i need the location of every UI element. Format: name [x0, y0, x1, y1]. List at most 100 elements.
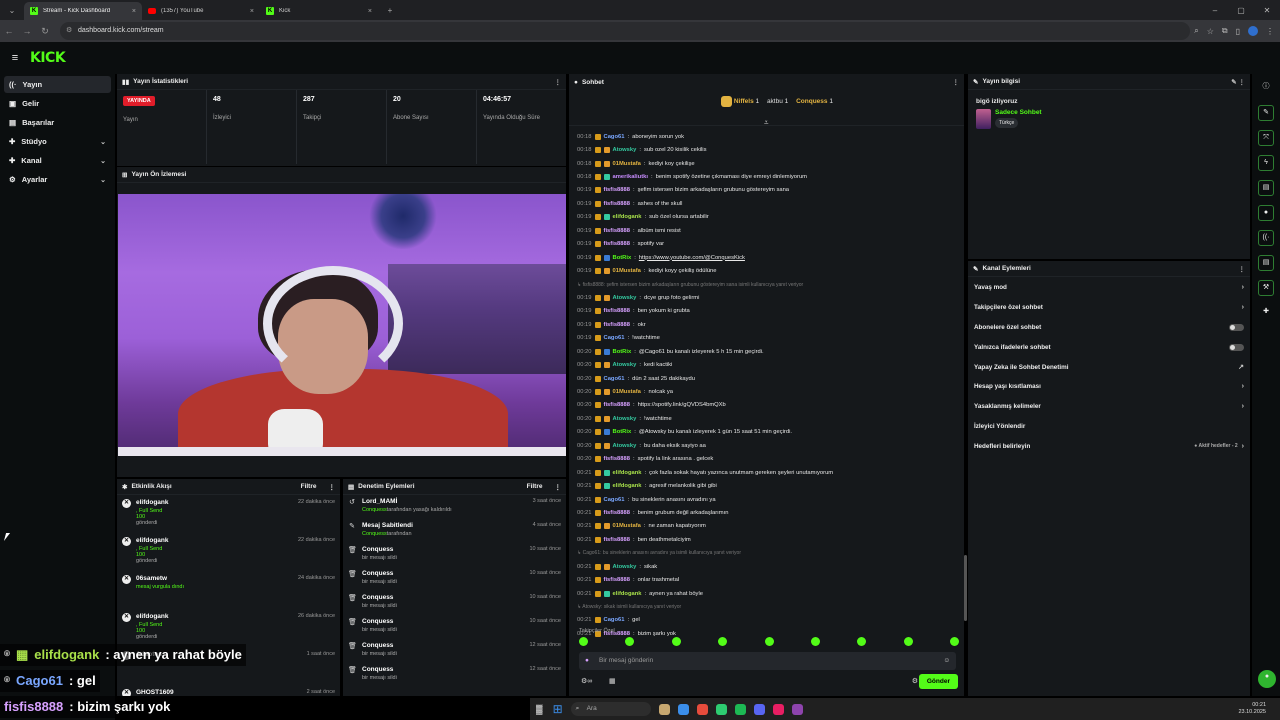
start-icon[interactable]: ⊞: [553, 702, 563, 716]
edge-icon[interactable]: [677, 703, 689, 715]
send-button[interactable]: Gönder: [918, 674, 958, 689]
sidebar-item-yayin[interactable]: ((· Yayın: [4, 76, 111, 93]
puzzle-icon[interactable]: ✚: [1258, 305, 1274, 321]
moderation-user[interactable]: Conquess: [362, 531, 387, 537]
channel-action-item[interactable]: İzleyici Yönlendir: [968, 417, 1250, 437]
activity-user[interactable]: elifdogank: [136, 537, 293, 544]
close-window-icon[interactable]: ✕: [1254, 6, 1280, 15]
browser-tab-1[interactable]: (1357) YouTube ×: [142, 2, 260, 20]
chevron-right-icon[interactable]: ›: [1242, 304, 1244, 311]
pencil-tool-icon[interactable]: ✎: [1258, 105, 1274, 121]
info-icon[interactable]: ⓘ: [1258, 80, 1274, 96]
wrench-tool-icon[interactable]: ⚒: [1258, 280, 1274, 296]
chat-username[interactable]: elifdogank: [613, 483, 642, 489]
more-options-icon[interactable]: ⋮: [555, 78, 562, 86]
sidebar-item-gelir[interactable]: ▣ Gelir: [4, 95, 111, 112]
edit-pencil-icon[interactable]: ✎ ⋮: [1231, 78, 1245, 86]
emote-icon[interactable]: [625, 637, 635, 646]
chat-username[interactable]: fisfis8888: [604, 537, 630, 543]
emote-icon[interactable]: [810, 637, 820, 646]
emote-icon[interactable]: [718, 637, 728, 646]
chevron-down-icon[interactable]: ⩡: [764, 118, 769, 128]
poll-icon[interactable]: ▦: [609, 677, 616, 685]
sidebar-item-kanal[interactable]: ✚ Kanal ⌄: [4, 152, 111, 169]
chat-username[interactable]: Atowsky: [613, 416, 637, 422]
tools-icon[interactable]: ⚙∞: [581, 677, 592, 685]
spotify-icon[interactable]: [734, 703, 746, 715]
chat-username[interactable]: Atowsky: [613, 564, 637, 570]
chat-username[interactable]: fisfis8888: [604, 228, 630, 234]
close-icon[interactable]: ×: [368, 8, 372, 15]
chat-username[interactable]: elifdogank: [613, 470, 642, 476]
file-explorer-icon[interactable]: [658, 703, 670, 715]
new-tab-button[interactable]: +: [378, 0, 402, 20]
sidebar-item-basarilar[interactable]: ▤ Başarılar: [4, 114, 111, 131]
sidepanel-icon[interactable]: ▯: [1236, 27, 1240, 36]
lightning-icon[interactable]: ϟ: [1258, 155, 1274, 171]
chat-username[interactable]: Cago61: [604, 617, 625, 623]
site-info-icon[interactable]: ⚙: [66, 22, 72, 40]
clipboard-icon[interactable]: ▤: [1258, 180, 1274, 196]
minimize-icon[interactable]: –: [1202, 6, 1228, 15]
menu-dots-icon[interactable]: ⋮: [1266, 27, 1274, 36]
emote-icon[interactable]: [671, 637, 681, 646]
chevron-right-icon[interactable]: ›: [1242, 383, 1244, 390]
more-options-icon[interactable]: ⋮: [953, 78, 960, 86]
channel-action-item[interactable]: Yalnızca ifadelerle sohbet: [968, 337, 1250, 357]
channel-action-item[interactable]: Yasaklanmış kelimeler ›: [968, 397, 1250, 417]
browser-tab-2[interactable]: K Kick ×: [260, 2, 378, 20]
chat-username[interactable]: 01Mustafa: [613, 389, 641, 395]
chat-username[interactable]: 01Mustafa: [613, 523, 641, 529]
chat-username[interactable]: 01Mustafa: [613, 268, 641, 274]
chat-username[interactable]: Cago61: [604, 376, 625, 382]
chevron-right-icon[interactable]: ›: [1242, 443, 1244, 450]
chat-username[interactable]: Atowsky: [613, 362, 637, 368]
moderation-user[interactable]: Conquess: [362, 507, 387, 513]
discord-icon[interactable]: [753, 703, 765, 715]
url-field[interactable]: ⚙ dashboard.kick.com/stream: [60, 22, 1190, 40]
chat-username[interactable]: fisfis8888: [604, 510, 630, 516]
chat-username[interactable]: BotRix: [613, 429, 632, 435]
chat-settings-icon[interactable]: ⚙: [912, 677, 918, 685]
chat-username[interactable]: fisfis8888: [604, 187, 630, 193]
taskbar-clock[interactable]: 00:21 23.10.2025: [1238, 702, 1266, 716]
chat-username[interactable]: Cago61: [604, 335, 625, 341]
channel-action-item[interactable]: Yapay Zeka ile Sohbet Denetimi ↗: [968, 357, 1250, 377]
stream-preview-video[interactable]: [118, 194, 566, 456]
chat-username[interactable]: elifdogank: [613, 591, 642, 597]
reload-icon[interactable]: ↻: [36, 26, 54, 37]
assistant-bubble-icon[interactable]: ●: [1258, 670, 1276, 688]
chat-username[interactable]: BotRix: [613, 349, 632, 355]
emote-icon[interactable]: [950, 637, 959, 646]
chat-username[interactable]: fisfis8888: [604, 308, 630, 314]
chat-username[interactable]: Cago61: [604, 497, 625, 503]
tab-search-icon[interactable]: ⌄: [0, 0, 24, 20]
database-icon[interactable]: ▤: [1258, 255, 1274, 271]
chevron-right-icon[interactable]: ›: [1242, 284, 1244, 291]
mic-icon[interactable]: ●: [585, 652, 589, 670]
channel-action-item[interactable]: Yavaş mod ›: [968, 278, 1250, 298]
activity-user[interactable]: 06sametw: [136, 575, 293, 582]
more-options-icon[interactable]: ⋮: [555, 483, 562, 491]
taskbar-search[interactable]: ⌕ Ara: [570, 702, 651, 716]
forward-icon[interactable]: →: [18, 26, 36, 36]
close-icon[interactable]: ×: [132, 8, 136, 15]
channel-action-item[interactable]: Hedefleri belirleyin ● Aktif hedefler - 2…: [968, 436, 1250, 456]
extensions-icon[interactable]: ⧉: [1222, 26, 1228, 36]
chat-username[interactable]: Cago61: [604, 134, 625, 140]
emote-icon[interactable]: [857, 637, 867, 646]
maximize-icon[interactable]: ▢: [1228, 6, 1254, 15]
chat-username[interactable]: elifdogank: [613, 214, 642, 220]
filter-button[interactable]: Filtre: [301, 483, 317, 490]
toggle-switch[interactable]: [1229, 323, 1244, 331]
chat-username[interactable]: fisfis8888: [604, 456, 630, 462]
chat-username[interactable]: BotRix: [613, 255, 632, 261]
category-link[interactable]: Sadece Sohbet: [995, 109, 1042, 116]
broadcast-icon[interactable]: ((·: [1258, 230, 1274, 246]
filter-button[interactable]: Filtre: [527, 483, 543, 490]
chat-username[interactable]: fisfis8888: [604, 577, 630, 583]
chat-username[interactable]: fisfis8888: [604, 402, 630, 408]
chat-username[interactable]: Atowsky: [613, 443, 637, 449]
more-options-icon[interactable]: ⋮: [329, 483, 336, 491]
zoom-icon[interactable]: ⌕: [1194, 26, 1198, 36]
